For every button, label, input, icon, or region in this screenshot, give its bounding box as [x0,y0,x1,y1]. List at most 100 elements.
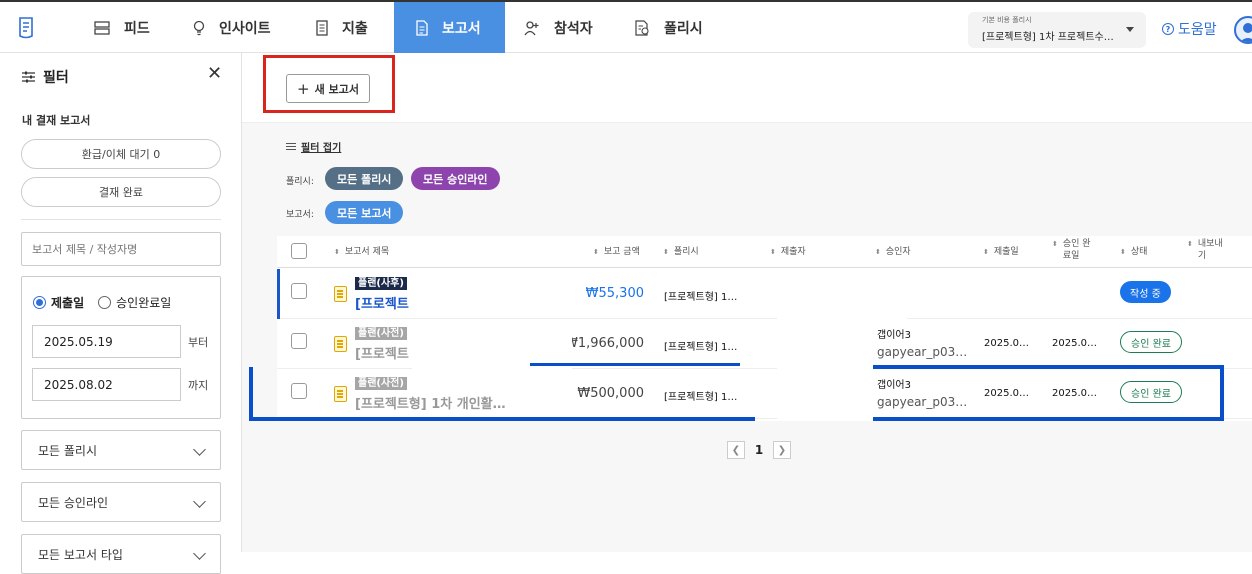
nav-policy[interactable]: 폴리시 [634,2,734,53]
next-page-button[interactable]: ❯ [773,441,791,459]
col-amount-label: 보고 금액 [603,247,640,257]
nav-insight[interactable]: 인사이트 [193,2,303,53]
nav-attendee-label: 참석자 [554,20,593,37]
col-export[interactable]: ⬍ 내보내 기 [1187,236,1223,268]
col-policy[interactable]: ⬍ 폴리시 [663,236,699,268]
sort-icon: ⬍ [1120,248,1126,256]
submit-date: 2025.0… [984,338,1029,349]
document-icon [334,336,347,352]
policy-select-label: 기본 비용 폴리시 [982,16,1032,24]
col-export-label: 내보내 기 [1198,238,1223,262]
report-title[interactable]: [프로젝트 [355,293,409,312]
report-search-input[interactable] [21,232,221,266]
date-from-suffix: 부터 [188,336,209,349]
help-label: 도움말 [1178,22,1217,38]
col-submitter-label: 제출자 [780,247,806,257]
sort-icon: ⬍ [983,248,989,256]
default-policy-select[interactable]: 기본 비용 폴리시 [프로젝트형] 1차 프로젝트수… [968,12,1146,48]
col-status-label: 상태 [1130,247,1148,257]
policy-select-value: [프로젝트형] 1차 프로젝트수… [982,32,1114,43]
new-report-button[interactable]: + 새 보고서 [286,74,370,103]
sort-icon: ⬍ [663,248,669,256]
filter-sidebar: 필터 ✕ 내 결재 보고서 환급/이체 대기 0 결재 완료 제출일 승인완료일… [0,53,242,574]
pending-refund-button[interactable]: 환급/이체 대기 0 [21,139,221,169]
col-title-label: 보고서 제목 [344,247,390,257]
plus-icon: + [297,79,310,98]
current-page[interactable]: 1 [745,443,773,457]
annotation-edge [873,365,1224,369]
col-status[interactable]: ⬍ 상태 [1120,236,1147,268]
caret-down-icon [1126,27,1134,32]
approver-id: gapyear_p03… [877,345,968,359]
nav-report[interactable]: 보고서 [394,2,505,53]
my-approval-section-title: 내 결재 보고서 [22,114,91,127]
receipt-icon [316,19,328,36]
approver-cell: 갭이어3 gapyear_p03… [877,326,967,359]
row-checkbox[interactable] [291,333,307,349]
report-policy: [프로젝트형] 1… [664,342,738,353]
status-badge: 작성 중 [1120,281,1171,303]
prev-page-button[interactable]: ❮ [727,441,745,459]
nav-feed-label: 피드 [124,20,150,37]
chip-all-approval-line[interactable]: 모든 승인라인 [411,167,500,190]
app-logo-icon[interactable] [16,16,36,40]
sliders-icon [286,143,296,150]
top-navigation: 피드 인사이트 지출 보고서 참석자 폴리시 기본 비용 폴리시 [프로젝트형]… [0,2,1252,53]
select-all-checkbox[interactable] [291,243,307,259]
sort-icon: ⬍ [334,248,340,256]
report-title[interactable]: [프로젝트 [355,343,409,362]
plan-tag: 플랜(사전) [355,327,407,340]
col-approve-date-line2: 료일 [1062,251,1080,261]
radio-submit-date-label[interactable]: 제출일 [51,294,84,311]
col-approver[interactable]: ⬍ 승인자 [875,236,911,268]
redaction-mask [412,321,572,369]
chip-all-reports[interactable]: 모든 보고서 [325,201,404,224]
approval-line-dropdown[interactable]: 모든 승인라인 [21,482,221,522]
col-submit-date[interactable]: ⬍ 제출일 [983,236,1019,268]
help-circle-icon: ? [1162,23,1174,35]
col-approve-date-line1: 승인 완 [1062,239,1091,249]
nav-expense-label: 지출 [342,20,368,37]
redaction-mask [777,371,873,419]
sort-icon: ⬍ [1052,240,1058,248]
row-selected-indicator [277,269,280,319]
col-approve-date[interactable]: ⬍ 승인 완료일 [1052,236,1091,268]
sort-icon: ⬍ [1187,240,1193,248]
sort-icon: ⬍ [770,248,776,256]
date-from-input[interactable]: 2025.05.19 [32,325,181,358]
radio-approve-date[interactable] [98,296,112,309]
chevron-down-icon [193,495,206,508]
nav-attendee[interactable]: 참석자 [524,2,624,53]
sort-icon: ⬍ [875,248,881,256]
policy-dropdown[interactable]: 모든 폴리시 [21,430,221,470]
radio-submit-date[interactable] [33,296,46,309]
nav-feed[interactable]: 피드 [94,2,184,53]
report-type-dropdown[interactable]: 모든 보고서 타입 [21,534,221,574]
table-header: ⬍ 보고서 제목 ⬍ 보고 금액 ⬍ 폴리시 ⬍ 제출자 ⬍ 승인자 ⬍ 제출일 ⬍ 승인 … [277,236,1252,268]
pagination: ❮ 1 ❯ [727,441,791,459]
nav-policy-label: 폴리시 [664,20,703,37]
date-to-input[interactable]: 2025.08.02 [32,368,181,401]
filter-fold-toggle[interactable]: 필터 접기 [286,139,341,154]
document-icon [334,286,347,302]
help-link[interactable]: ? 도움말 [1162,19,1217,39]
row-checkbox[interactable] [291,283,307,299]
approved-button[interactable]: 결재 완료 [21,177,221,207]
approval-line-dropdown-value: 모든 승인라인 [38,495,109,510]
policy-dropdown-value: 모든 폴리시 [38,443,98,458]
col-amount[interactable]: ⬍ 보고 금액 [593,236,640,268]
filter-fold-label: 필터 접기 [301,143,342,154]
close-icon[interactable]: ✕ [207,65,222,83]
filter-header: 필터 [22,67,69,87]
nav-expense[interactable]: 지출 [316,2,406,53]
radio-approve-date-label[interactable]: 승인완료일 [116,294,171,311]
user-avatar[interactable] [1234,16,1252,44]
col-title[interactable]: ⬍ 보고서 제목 [334,236,389,268]
col-submitter[interactable]: ⬍ 제출자 [770,236,806,268]
table-row[interactable]: 플랜(사후) [프로젝트 ₩55,300 [프로젝트형] 1… 작성 중 [277,269,1252,319]
annotation-edge [249,367,253,421]
annotation-box-left [249,367,755,421]
user-icon [1239,23,1252,42]
date-to-suffix: 까지 [188,379,209,392]
chip-all-policy[interactable]: 모든 폴리시 [325,167,404,190]
